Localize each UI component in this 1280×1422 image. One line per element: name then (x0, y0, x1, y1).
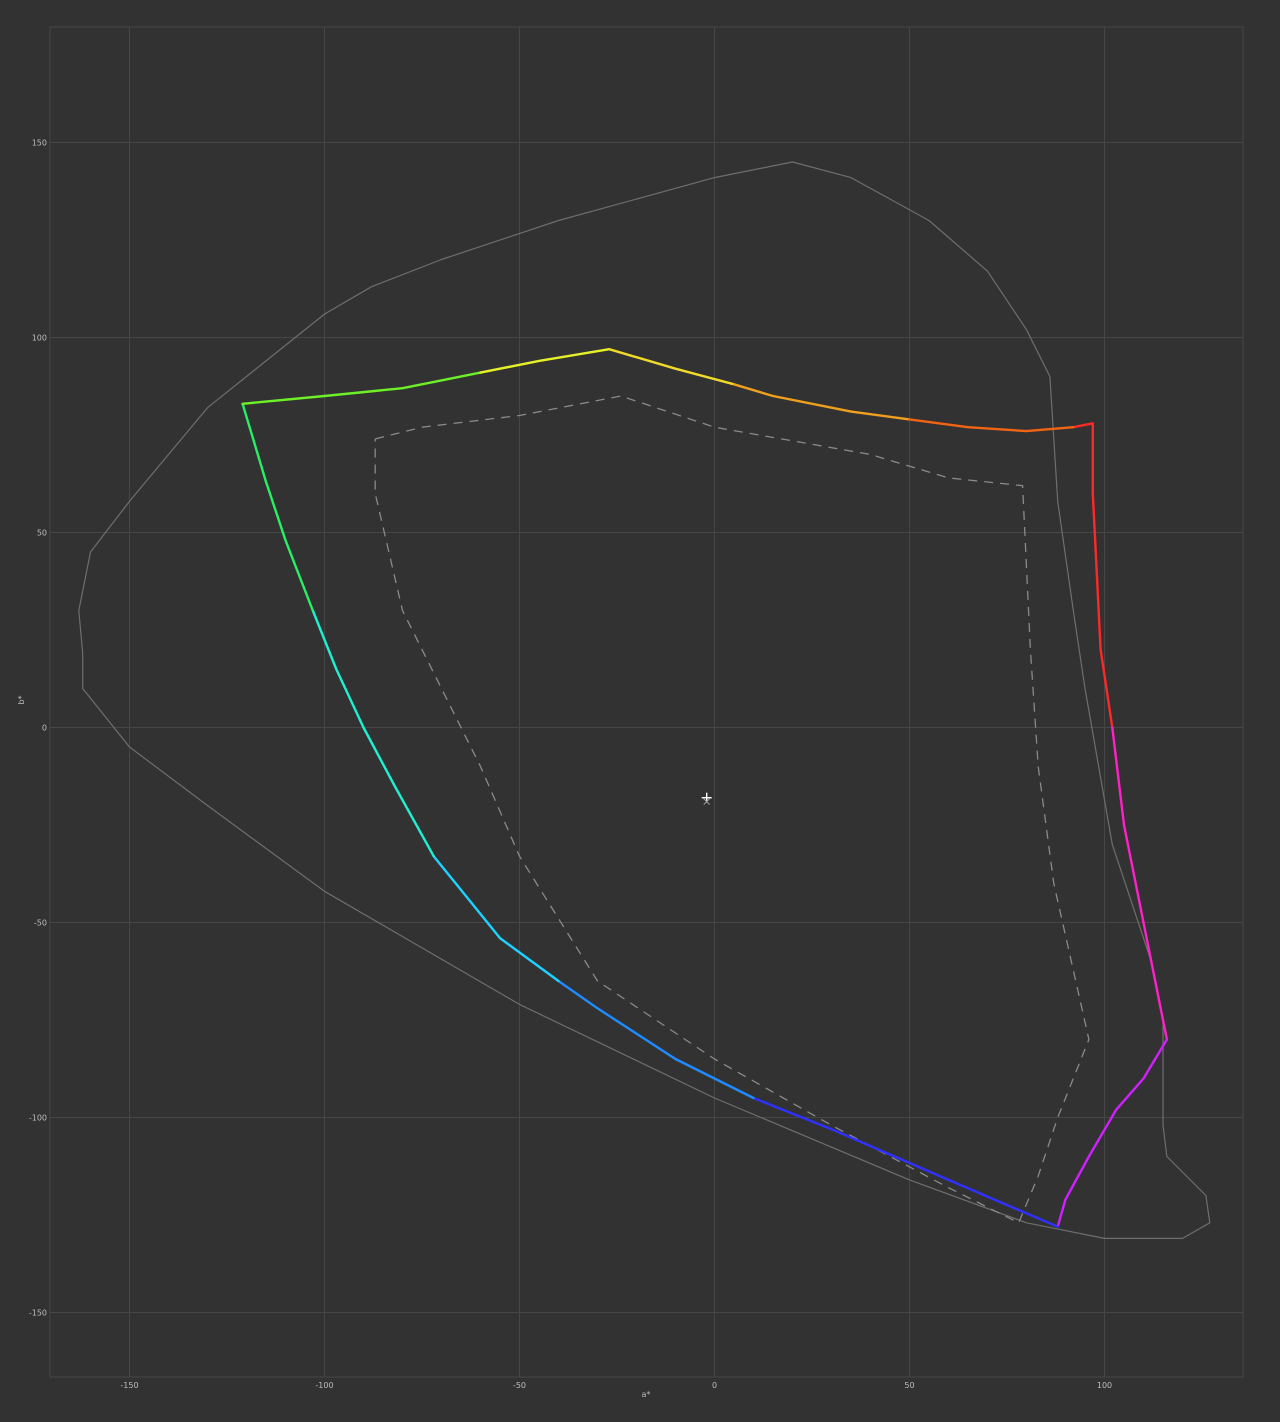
y-tick-label: 0 (42, 724, 47, 733)
y-tick-label: 100 (32, 334, 47, 343)
x-tick-label: 50 (904, 1381, 914, 1390)
x-tick-label: 100 (1097, 1381, 1112, 1390)
y-tick-label: 150 (32, 139, 47, 148)
lab-gamut-plot: -150 -100 -50 0 50 100 150 100 50 0 -50 -100 -150 a… (0, 0, 1280, 1422)
chart-background (0, 0, 1280, 1422)
x-tick-label: -150 (120, 1381, 138, 1390)
y-tick-label: 50 (37, 529, 47, 538)
x-tick-label: 0 (712, 1381, 717, 1390)
y-axis-label: b* (17, 695, 26, 704)
y-tick-label: -150 (29, 1309, 47, 1318)
y-tick-label: -50 (34, 919, 47, 928)
y-tick-label: -100 (29, 1114, 47, 1123)
x-axis-label: a* (642, 1390, 651, 1399)
x-tick-label: -50 (513, 1381, 526, 1390)
x-tick-label: -100 (315, 1381, 333, 1390)
